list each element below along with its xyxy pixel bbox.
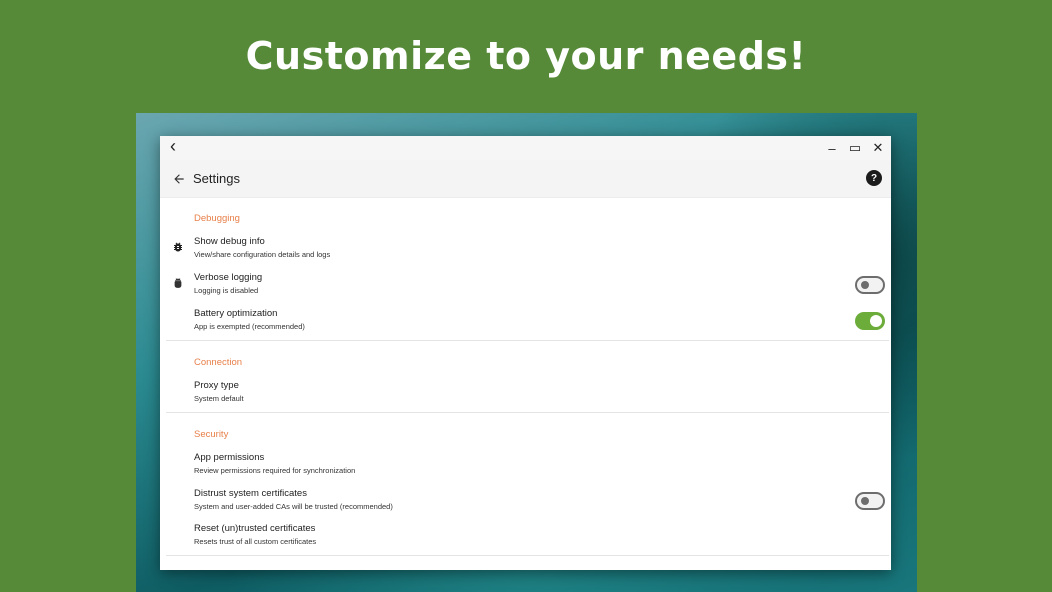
pref-summary: Logging is disabled bbox=[194, 286, 259, 295]
pref-summary: View/share configuration details and log… bbox=[194, 250, 331, 259]
chevron-left-icon: ‹ bbox=[170, 136, 176, 156]
pref-title: Proxy type bbox=[194, 380, 239, 391]
navigate-back-button[interactable] bbox=[169, 169, 189, 189]
section-security: Security App permissions Review permissi… bbox=[166, 413, 889, 556]
section-title-security: Security bbox=[194, 429, 229, 440]
pref-summary: Resets trust of all custom certificates bbox=[194, 537, 317, 546]
pref-app-permissions[interactable]: App permissions Review permissions requi… bbox=[166, 450, 889, 486]
minimize-button[interactable]: – bbox=[821, 138, 843, 158]
switch-knob bbox=[861, 497, 869, 505]
app-bar: Settings ? bbox=[160, 160, 891, 198]
window-back-button[interactable]: ‹ bbox=[162, 136, 184, 156]
pref-title: Distrust system certificates bbox=[194, 488, 307, 499]
switch-knob bbox=[861, 281, 869, 289]
pref-verbose-logging[interactable]: Verbose logging Logging is disabled bbox=[166, 270, 889, 306]
section-debugging: Debugging Show debug info View/share con… bbox=[166, 198, 889, 341]
pref-title: Battery optimization bbox=[194, 308, 278, 319]
window-titlebar: ‹ – ▭ ✕ bbox=[160, 136, 891, 160]
help-icon: ? bbox=[870, 172, 878, 184]
battery-optimization-switch[interactable] bbox=[855, 312, 885, 330]
pref-show-debug-info[interactable]: Show debug info View/share configuration… bbox=[166, 234, 889, 270]
bug-icon bbox=[171, 240, 185, 254]
pref-summary: App is exempted (recommended) bbox=[194, 322, 305, 331]
pref-title: App permissions bbox=[194, 452, 265, 463]
section-title-connection: Connection bbox=[194, 357, 243, 368]
close-button[interactable]: ✕ bbox=[867, 138, 889, 158]
maximize-icon: ▭ bbox=[848, 140, 862, 155]
app-window: ‹ – ▭ ✕ Settings ? Debugging Show debug … bbox=[160, 136, 891, 570]
pref-title: Verbose logging bbox=[194, 272, 263, 283]
help-button[interactable]: ? bbox=[866, 170, 882, 186]
pref-reset-certificates[interactable]: Reset (un)trusted certificates Resets tr… bbox=[166, 521, 889, 557]
distrust-certificates-switch[interactable] bbox=[855, 492, 885, 510]
page-title: Settings bbox=[193, 171, 240, 186]
close-icon: ✕ bbox=[872, 140, 884, 155]
pref-battery-optimization[interactable]: Battery optimization App is exempted (re… bbox=[166, 306, 889, 342]
pref-summary: System default bbox=[194, 394, 244, 403]
android-bug-icon bbox=[171, 276, 185, 290]
pref-proxy-type[interactable]: Proxy type System default bbox=[166, 378, 889, 414]
section-connection: Connection Proxy type System default bbox=[166, 341, 889, 413]
maximize-button[interactable]: ▭ bbox=[844, 138, 866, 158]
verbose-logging-switch[interactable] bbox=[855, 276, 885, 294]
section-title-debugging: Debugging bbox=[194, 213, 240, 224]
minimize-icon: – bbox=[828, 140, 836, 156]
pref-summary: System and user-added CAs will be truste… bbox=[194, 502, 393, 511]
pref-title: Reset (un)trusted certificates bbox=[194, 523, 316, 534]
pref-distrust-system-certificates[interactable]: Distrust system certificates System and … bbox=[166, 486, 889, 522]
pref-title: Show debug info bbox=[194, 236, 265, 247]
arrow-back-icon bbox=[174, 174, 184, 184]
pref-summary: Review permissions required for synchron… bbox=[194, 466, 356, 475]
headline: Customize to your needs! bbox=[245, 34, 807, 78]
switch-knob bbox=[870, 315, 882, 327]
